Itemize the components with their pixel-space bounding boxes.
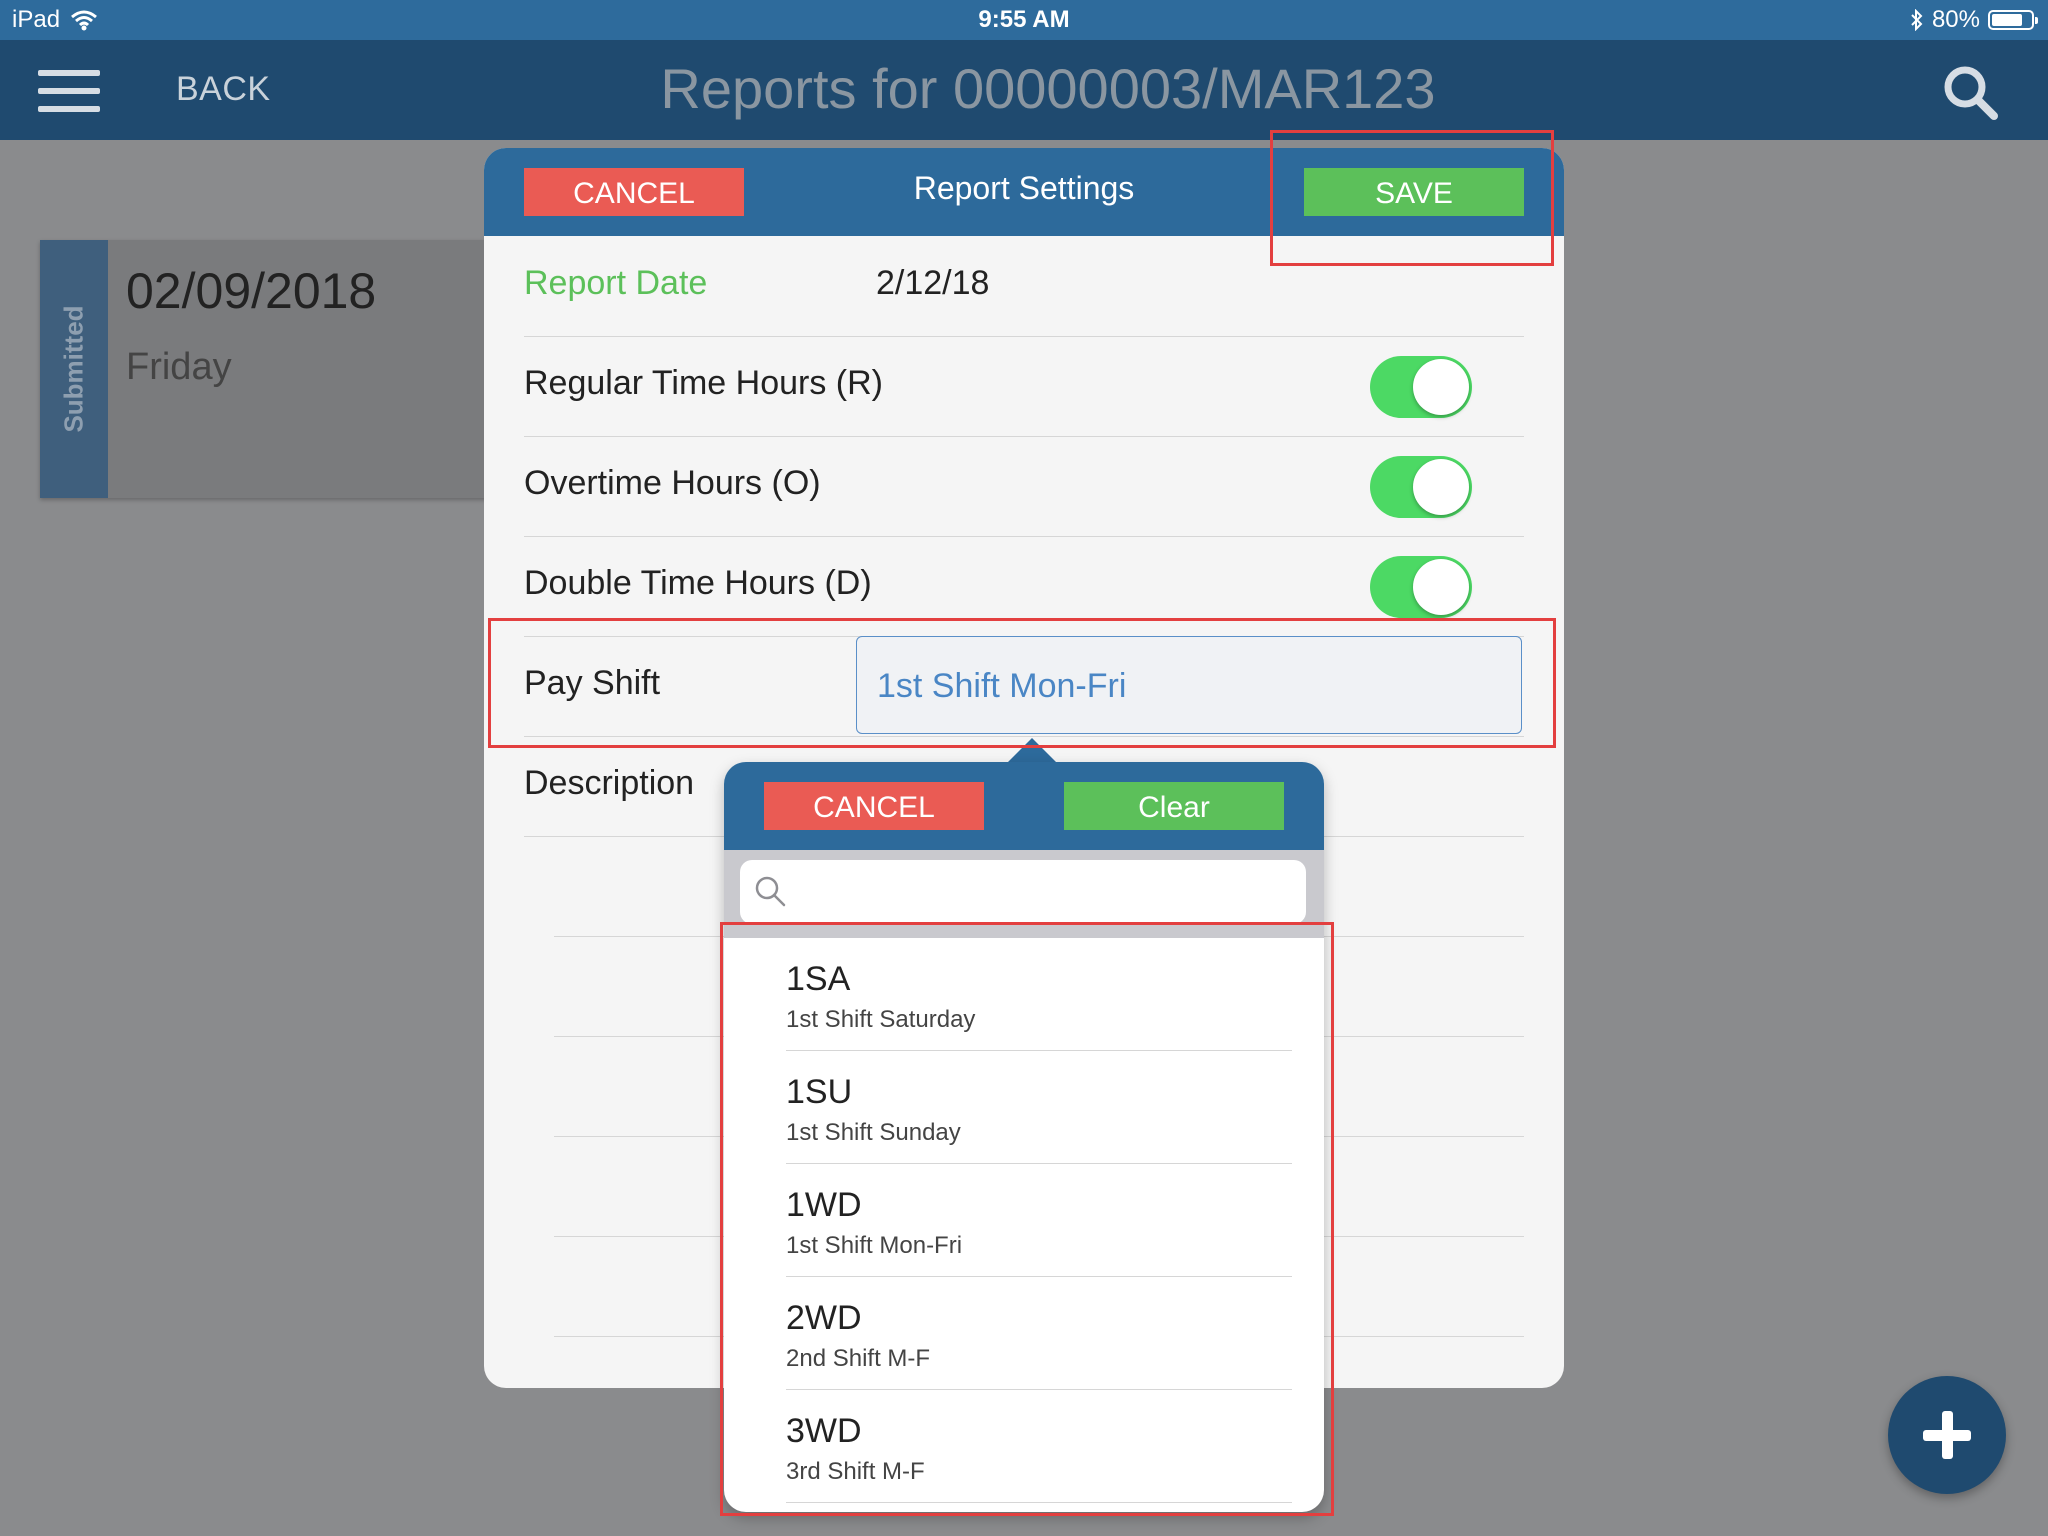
item-code: 1SU [786,1073,853,1111]
picker-search-input[interactable] [740,860,1306,924]
regular-hours-toggle[interactable] [1370,356,1472,418]
report-date: 02/09/2018 [126,263,377,319]
overtime-hours-label: Overtime Hours (O) [524,464,821,502]
picker-list: 1SA 1st Shift Saturday 1SU 1st Shift Sun… [724,938,1324,1503]
double-time-toggle[interactable] [1370,556,1472,618]
picker-item[interactable]: 2WD 2nd Shift M-F [786,1277,1292,1390]
item-description: 1st Shift Sunday [786,1119,961,1146]
status-right: 80% [1910,6,2038,34]
item-description: 3rd Shift M-F [786,1458,925,1485]
pay-shift-picker: CANCEL Clear 1SA 1st Shift Saturday 1SU … [724,762,1324,1512]
report-date-row[interactable]: Report Date 2/12/18 [524,236,1524,337]
status-label: Submitted [58,305,89,433]
picker-cancel-button[interactable]: CANCEL [764,782,984,830]
item-description: 2nd Shift M-F [786,1345,931,1372]
double-time-row: Double Time Hours (D) [524,536,1524,637]
picker-item[interactable]: 1WD 1st Shift Mon-Fri [786,1164,1292,1277]
modal-header: CANCEL Report Settings SAVE [484,148,1564,236]
picker-item[interactable]: 3WD 3rd Shift M-F [786,1390,1292,1503]
report-card[interactable]: Submitted 02/09/2018 Friday [40,240,500,498]
picker-search-bar [724,850,1324,938]
popover-arrow [1006,738,1058,764]
navigation-bar: BACK Reports for 00000003/MAR123 [0,40,2048,140]
report-day: Friday [126,346,232,388]
bluetooth-icon [1911,9,1923,31]
picker-header: CANCEL Clear [724,762,1324,850]
battery-fill [1992,14,2022,26]
pay-shift-field[interactable]: 1st Shift Mon-Fri [856,636,1522,734]
save-button[interactable]: SAVE [1304,168,1524,216]
regular-hours-row: Regular Time Hours (R) [524,336,1524,437]
report-date-label: Report Date [524,264,708,302]
status-stripe: Submitted [40,240,108,498]
picker-item[interactable]: 1SA 1st Shift Saturday [786,938,1292,1051]
status-bar: iPad 9:55 AM 80% [0,0,2048,40]
item-code: 1WD [786,1186,862,1224]
search-icon[interactable] [1940,62,2000,122]
page-title: Reports for 00000003/MAR123 [660,57,1436,120]
item-code: 3WD [786,1412,862,1450]
pay-shift-label: Pay Shift [524,664,661,702]
clock: 9:55 AM [978,6,1070,33]
item-code: 2WD [786,1299,862,1337]
picker-item[interactable]: 1SU 1st Shift Sunday [786,1051,1292,1164]
search-icon [755,876,786,907]
battery-percent: 80% [1931,6,1980,33]
item-description: 1st Shift Saturday [786,1006,976,1033]
battery-icon [1988,10,2038,30]
picker-clear-button[interactable]: Clear [1064,782,1284,830]
add-report-button[interactable] [1888,1376,2006,1494]
double-time-label: Double Time Hours (D) [524,564,872,602]
overtime-hours-toggle[interactable] [1370,456,1472,518]
report-date-value[interactable]: 2/12/18 [876,264,989,303]
description-label: Description [524,764,695,802]
regular-hours-label: Regular Time Hours (R) [524,364,883,402]
item-description: 1st Shift Mon-Fri [786,1232,963,1259]
overtime-hours-row: Overtime Hours (O) [524,436,1524,537]
item-code: 1SA [786,960,851,998]
